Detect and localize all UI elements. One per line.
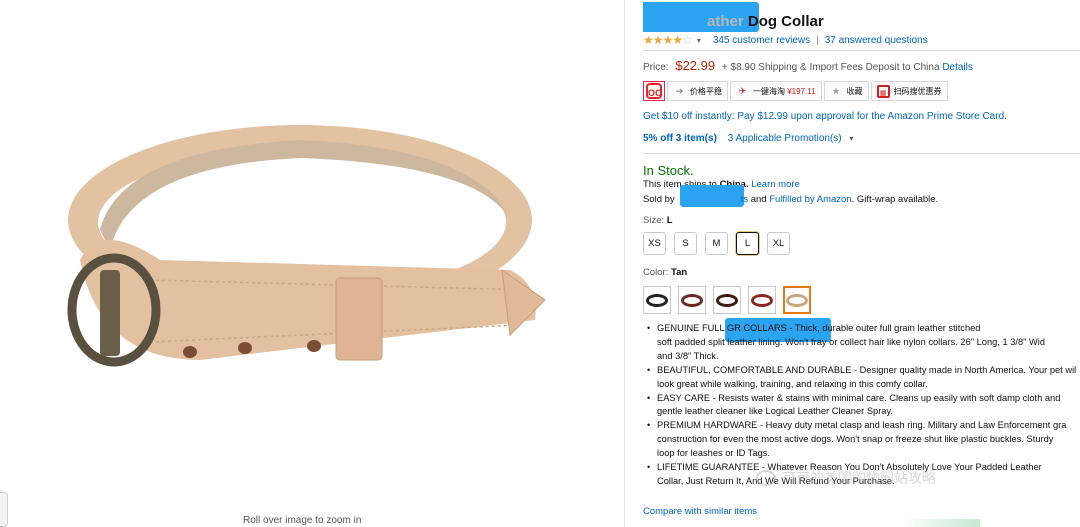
seller-link[interactable]: ts [741, 194, 748, 205]
size-option-s[interactable]: S [674, 232, 697, 255]
color-swatch[interactable] [748, 286, 776, 314]
feature-bullet: PREMIUM HARDWARE - Heavy duty metal clas… [643, 419, 1080, 433]
chevron-down-icon[interactable]: ▾ [697, 36, 701, 45]
rating-stars[interactable]: ★★★★☆ [643, 33, 693, 47]
price-value: $22.99 [675, 58, 716, 73]
divider-line [643, 153, 1080, 154]
product-title: ather Dog Collar [707, 13, 824, 30]
collar-thumbnail-icon [786, 293, 808, 307]
product-image-pane[interactable]: Roll over image to zoom in [0, 0, 612, 527]
applicable-promotions-link[interactable]: 3 Applicable Promotion(s) [728, 133, 842, 144]
pane-divider [624, 0, 625, 527]
prime-card-promo-link[interactable]: Get $10 off instantly: Pay $12.99 upon a… [643, 111, 1007, 122]
size-option-xs[interactable]: XS [643, 232, 666, 255]
divider-line [643, 50, 1080, 51]
feature-bullet: soft padded split leather lining. Won't … [657, 336, 1046, 347]
color-label: Color: Tan [643, 267, 688, 278]
watermark: 可可的美国购物网站攻略 [756, 468, 936, 488]
edge-decoration [900, 519, 980, 527]
price-label: Price: [643, 62, 669, 73]
feature-bullet: construction for even the most active do… [657, 434, 1054, 445]
plugin-logo[interactable]: OO [643, 81, 665, 101]
color-swatch[interactable] [783, 286, 811, 314]
stock-status: In Stock. [643, 163, 694, 178]
chevron-down-icon[interactable]: ▾ [849, 134, 853, 143]
coupon-scan-button[interactable]: ▦ 扫码搜优惠券 [870, 81, 948, 101]
sold-by-text: Sold by ts and Fulfilled by Amazon. Gift-… [643, 194, 939, 205]
rating-row: ★★★★☆ ▾ 345 customer reviews | 37 answer… [643, 33, 928, 47]
shipping-fee: + $8.90 Shipping & Import Fees Deposit t… [721, 62, 940, 73]
wechat-icon [756, 470, 776, 486]
owl-logo-icon: OO [646, 83, 662, 99]
discount-text: 5% off 3 item(s) [643, 133, 717, 144]
collar-thumbnail-icon [751, 293, 773, 307]
fulfilled-by-amazon-link[interactable]: Fulfilled by Amazon [769, 194, 851, 205]
promotion-row: 5% off 3 item(s) 3 Applicable Promotion(… [643, 133, 853, 144]
size-option-xl[interactable]: XL [767, 232, 790, 255]
star-icon: ★ [832, 85, 841, 96]
feature-bullets: GENUINE FULL GR COLLARS - Thick, durable… [643, 322, 1080, 489]
collar-thumbnail-icon [716, 293, 738, 307]
feature-bullet: GENUINE FULL GR COLLARS - Thick, durable… [643, 322, 1080, 336]
size-options: XS S M L XL [643, 232, 798, 255]
feature-bullet: look great while walking, training, and … [657, 378, 928, 389]
separator: | [816, 34, 819, 46]
product-image[interactable] [40, 110, 560, 400]
star-icon: ★ [652, 33, 664, 47]
color-swatch[interactable] [643, 286, 671, 314]
compare-similar-link[interactable]: Compare with similar items [643, 506, 757, 517]
feature-bullet: loop for leashes or ID Tags. [657, 448, 771, 459]
star-icon: ★ [662, 33, 674, 47]
color-swatch[interactable] [713, 286, 741, 314]
size-option-m[interactable]: M [705, 232, 728, 255]
shipping-details-link[interactable]: Details [942, 62, 973, 73]
star-icon: ★ [672, 33, 683, 47]
feature-bullet: BEAUTIFUL, COMFORTABLE AND DURABLE - Des… [643, 364, 1080, 378]
favorite-button[interactable]: ★ 收藏 [823, 81, 869, 101]
thumbnail-scroll-handle[interactable] [0, 492, 8, 527]
collar-thumbnail-icon [681, 293, 703, 307]
arrow-right-icon: ➔ [675, 85, 684, 96]
collar-thumbnail-icon [646, 293, 668, 307]
questions-link[interactable]: 37 answered questions [825, 35, 928, 46]
color-swatches [643, 286, 818, 314]
size-label: Size: L [643, 215, 673, 226]
size-option-l[interactable]: L [736, 232, 759, 255]
zoom-hint: Roll over image to zoom in [243, 515, 362, 526]
feature-bullet: gentle leather cleaner like Logical Leat… [657, 406, 894, 417]
one-click-buy-button[interactable]: ✈ 一键海淘 ¥197.11 [730, 81, 822, 101]
price-trend-button[interactable]: ➔ 价格平稳 [667, 81, 728, 101]
reviews-link[interactable]: 345 customer reviews [713, 35, 810, 46]
learn-more-link[interactable]: Learn more [751, 179, 800, 190]
qr-code-icon: ▦ [876, 84, 890, 98]
product-details: ather Dog Collar ★★★★☆ ▾ 345 customer re… [643, 0, 1080, 527]
color-swatch[interactable] [678, 286, 706, 314]
feature-bullet: EASY CARE - Resists water & stains with … [643, 392, 1080, 406]
browser-plugin-bar: OO ➔ 价格平稳 ✈ 一键海淘 ¥197.11 ★ 收藏 ▦ 扫码搜优惠券 [643, 81, 950, 101]
price-row: Price: $22.99 + $8.90 Shipping & Import … [643, 58, 973, 73]
feature-bullet: and 3/8" Thick. [657, 350, 719, 361]
airplane-icon: ✈ [738, 85, 747, 96]
star-icon: ★ [643, 33, 654, 47]
star-empty-icon: ☆ [682, 33, 693, 47]
